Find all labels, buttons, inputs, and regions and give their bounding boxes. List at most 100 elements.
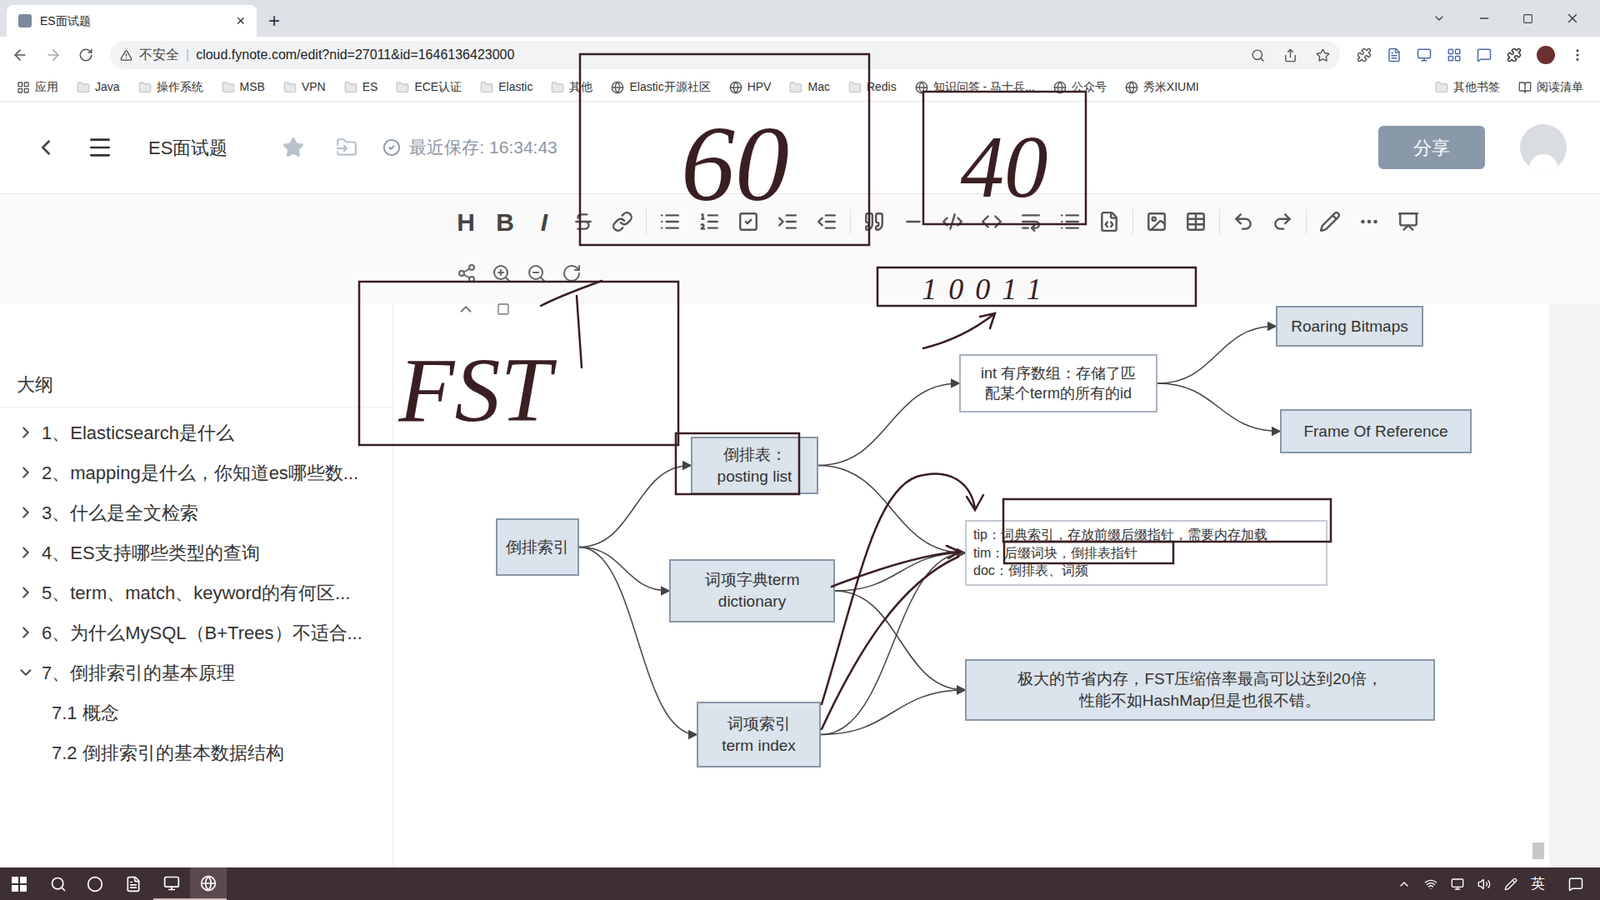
profile-icon[interactable] (1536, 45, 1555, 65)
back-icon[interactable] (33, 135, 59, 160)
bookmark[interactable]: 阅读清单 (1518, 78, 1584, 96)
toolbar-button[interactable] (1015, 205, 1047, 238)
zoom-icon[interactable] (1250, 48, 1265, 63)
mindmap-node[interactable]: int 有序数组：存储了匹配某个term的所有的id (959, 354, 1158, 413)
reload-icon[interactable] (78, 47, 94, 63)
bookmark[interactable]: VPN (283, 78, 326, 96)
collapse-icon[interactable] (456, 300, 475, 319)
menu-icon[interactable] (1570, 47, 1585, 63)
avatar[interactable] (1520, 124, 1567, 171)
outline-item[interactable]: 5、term、match、keyword的有何区... (0, 572, 393, 613)
back-icon[interactable] (11, 46, 29, 64)
toolbar-button[interactable] (975, 205, 1008, 238)
expand-icon[interactable] (16, 623, 35, 642)
minimize-icon[interactable] (1477, 11, 1491, 25)
forward-icon[interactable] (45, 46, 62, 64)
browser-tab[interactable]: ES面试题× (6, 5, 257, 37)
expand-icon[interactable] (16, 583, 35, 602)
outline-item[interactable]: 7.2 倒排索引的基本数据结构 (0, 732, 393, 773)
toolbar-button[interactable] (897, 205, 930, 238)
toolbar-button[interactable] (1227, 205, 1260, 238)
start-icon[interactable] (11, 876, 27, 892)
bookmark[interactable]: Elastic (480, 78, 533, 96)
toolbar-button[interactable] (858, 205, 890, 238)
toolbar-button[interactable] (606, 205, 639, 238)
taskbar-app[interactable] (153, 867, 190, 900)
search-icon[interactable] (50, 875, 67, 893)
bookmark[interactable]: 公众号 (1053, 78, 1107, 96)
expand-icon[interactable] (16, 543, 35, 562)
bookmark[interactable]: Mac (789, 78, 830, 96)
format-button[interactable]: I (528, 205, 560, 238)
mindmap-canvas[interactable]: 倒排索引 倒排表：posting list 词项字典termdictionary 词项… (393, 304, 1550, 868)
taskbar-app[interactable] (190, 867, 227, 900)
display-icon[interactable] (1450, 877, 1465, 891)
bookmark[interactable]: 应用 (16, 78, 59, 96)
format-button[interactable]: H (450, 205, 482, 238)
toolbar-button[interactable] (1353, 205, 1385, 238)
outline-item[interactable]: 7.1 概念 (0, 692, 393, 733)
collapse-icon[interactable] (16, 663, 35, 682)
bookmark[interactable]: HPV (729, 78, 772, 96)
bookmark[interactable]: 知识问答 - 马士兵... (915, 78, 1035, 96)
expand-icon[interactable] (16, 463, 35, 482)
toolbar-button[interactable] (732, 205, 765, 238)
volume-icon[interactable] (1477, 877, 1491, 891)
extension-icon[interactable] (1476, 47, 1492, 63)
bookmark[interactable]: Redis (848, 78, 897, 96)
toolbar-button[interactable] (567, 205, 600, 238)
toolbar-button[interactable] (1180, 205, 1212, 238)
mindmap-node[interactable]: 词项索引term index (696, 701, 821, 768)
outline-item[interactable]: 7、倒排索引的基本原理 (0, 652, 393, 693)
ime-indicator[interactable]: 英 (1530, 873, 1545, 895)
bookmark[interactable]: 其他 (550, 78, 593, 96)
outline-item[interactable]: 6、为什么MySQL（B+Trees）不适合... (0, 612, 393, 653)
format-button[interactable]: B (489, 205, 521, 238)
expand-icon[interactable] (16, 503, 35, 522)
mindmap-node[interactable]: 倒排表：posting list (690, 436, 819, 495)
reset-icon[interactable] (561, 263, 582, 284)
zoom-in-icon[interactable] (491, 263, 512, 284)
toolbar-button[interactable] (654, 205, 686, 238)
mindmap-node[interactable]: 倒排索引 (495, 518, 580, 576)
outline-item[interactable]: 1、Elasticsearch是什么 (0, 412, 393, 453)
layout-icon[interactable] (456, 263, 477, 284)
share-page-icon[interactable] (1283, 48, 1298, 63)
toolbar-button[interactable] (1140, 205, 1173, 238)
outline-item[interactable]: 4、ES支持哪些类型的查询 (0, 532, 393, 573)
doc-title[interactable]: ES面试题 (148, 134, 228, 162)
outline-item[interactable]: 2、mapping是什么，你知道es哪些数... (0, 452, 393, 493)
star-icon[interactable] (282, 136, 305, 159)
bookmark[interactable]: 操作系统 (138, 78, 204, 96)
bookmark[interactable]: Java (76, 78, 120, 96)
toolbar-button[interactable] (1314, 205, 1346, 238)
toolbar-button[interactable] (771, 205, 804, 238)
outline-item[interactable]: 3、什么是全文检索 (0, 492, 393, 533)
bookmark[interactable]: Elastic开源社区 (610, 78, 710, 96)
extensions-icon[interactable] (1506, 47, 1522, 63)
close-tab-button[interactable]: × (235, 10, 245, 33)
extension-icon[interactable] (1356, 47, 1372, 63)
menu-icon[interactable] (86, 134, 114, 161)
toolbar-button[interactable] (1266, 205, 1299, 238)
app-icon[interactable] (125, 875, 142, 893)
bookmark[interactable]: ECE认证 (395, 78, 462, 96)
bookmark-star-icon[interactable] (1315, 48, 1330, 63)
pen-icon[interactable] (1504, 877, 1518, 891)
toolbar-button[interactable] (1054, 205, 1086, 238)
scrollbar-thumb[interactable] (1532, 842, 1545, 860)
bookmark[interactable]: MSB (221, 78, 265, 96)
extension-icon[interactable] (1416, 47, 1432, 63)
extension-icon[interactable] (1446, 47, 1462, 63)
mindmap-node[interactable]: 极大的节省内存，FST压缩倍率最高可以达到20倍，性能不如HashMap但是也很… (965, 659, 1435, 721)
bookmark[interactable]: ES (344, 78, 379, 96)
close-window-icon[interactable] (1565, 10, 1580, 26)
expand-icon[interactable] (16, 423, 35, 442)
address-bar[interactable]: 不安全|cloud.fynote.com/edit?nid=27011&id=1… (110, 40, 1340, 70)
new-tab-button[interactable]: + (256, 5, 292, 37)
mindmap-node[interactable]: 词项字典termdictionary (669, 559, 835, 623)
tray-expand-icon[interactable] (1397, 877, 1411, 891)
zoom-out-icon[interactable] (526, 263, 547, 284)
move-icon[interactable] (335, 136, 358, 159)
frame-icon[interactable] (496, 302, 510, 316)
